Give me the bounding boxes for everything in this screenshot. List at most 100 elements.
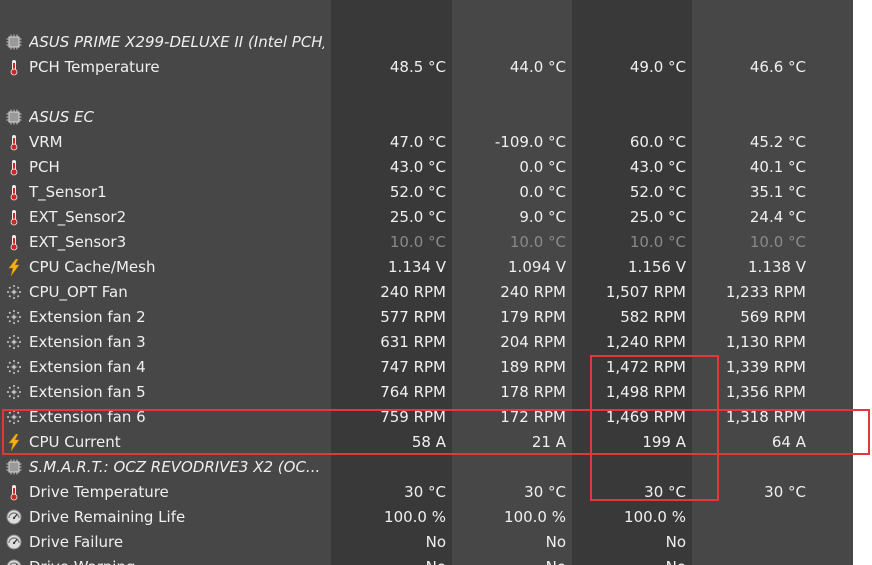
maximum-value: 10.0 °C [629, 233, 686, 251]
minimum-value: 240 RPM [500, 283, 566, 301]
maximum-value: No [665, 533, 686, 551]
current-value: 58 A [411, 433, 446, 451]
maximum-value: 25.0 °C [629, 208, 686, 226]
sensor-row-t-sensor1[interactable]: T_Sensor1 52.0 °C 0.0 °C 52.0 °C 35.1 °C [0, 180, 853, 205]
current-value: No [333, 555, 446, 565]
group-row-asus-prime-x299-deluxe-ii-intel-pch[interactable]: ASUS PRIME X299-DELUXE II (Intel PCH) [0, 30, 853, 55]
maximum-value: 30 °C [644, 483, 686, 501]
sensor-name: Extension fan 6 [29, 408, 146, 426]
chip-icon [6, 34, 22, 50]
current-value: 47.0 °C [389, 133, 446, 151]
minimum-value: 10.0 °C [509, 233, 566, 251]
sensor-row-extension-fan-2[interactable]: Extension fan 2 577 RPM 179 RPM 582 RPM 569 … [0, 305, 853, 330]
sensor-row-extension-fan-5[interactable]: Extension fan 5 764 RPM 178 RPM 1,498 RPM 1,… [0, 380, 853, 405]
current-value: 577 RPM [380, 308, 446, 326]
sensor-row-extension-fan-6[interactable]: Extension fan 6 759 RPM 172 RPM 1,469 RPM 1,… [0, 405, 853, 430]
average-value: 30 °C [764, 483, 806, 501]
average-value [693, 505, 806, 530]
current-value: 48.5 °C [389, 58, 446, 76]
thermometer-icon [10, 185, 18, 201]
sensor-row-extension-fan-4[interactable]: Extension fan 4 747 RPM 189 RPM 1,472 RPM 1,… [0, 355, 853, 380]
maximum-value: 1,472 RPM [605, 358, 686, 376]
sensor-name: EXT_Sensor2 [29, 208, 127, 226]
sensor-row-pch-temperature[interactable]: PCH Temperature 48.5 °C 44.0 °C 49.0 °C 46.6… [0, 55, 853, 80]
sensor-row-drive-temperature[interactable]: Drive Temperature 30 °C 30 °C 30 °C 30 °C [0, 480, 853, 505]
current-value: 747 RPM [380, 358, 446, 376]
sensor-name: Extension fan 5 [29, 383, 146, 401]
maximum-value: 582 RPM [620, 308, 686, 326]
sensor-name: T_Sensor1 [29, 183, 107, 201]
sensor-name: EXT_Sensor3 [29, 233, 127, 251]
maximum-value: 1,469 RPM [605, 408, 686, 426]
minimum-value: 9.0 °C [519, 208, 566, 226]
sensor-name: PCH [29, 158, 60, 176]
minimum-value: 179 RPM [500, 308, 566, 326]
minimum-value: No [453, 555, 566, 565]
sensor-row-drive-remaining-life[interactable]: Drive Remaining Life 100.0 % 100.0 % 100.0 … [0, 505, 853, 530]
sensor-row-ext-sensor3[interactable]: EXT_Sensor3 10.0 °C 10.0 °C 10.0 °C 10.0 °C [0, 230, 853, 255]
sensor-row-cpu-cache-mesh[interactable]: CPU Cache/Mesh 1.134 V 1.094 V 1.156 V 1.138… [0, 255, 853, 280]
sensor-row-drive-warning[interactable]: Drive Warning No No No [0, 555, 853, 565]
sensor-name: Extension fan 3 [29, 333, 146, 351]
average-value: 35.1 °C [749, 183, 806, 201]
current-value: 764 RPM [380, 383, 446, 401]
current-value: 631 RPM [380, 333, 446, 351]
gauge-icon [6, 509, 22, 525]
maximum-value: 60.0 °C [629, 133, 686, 151]
maximum-value: 1,240 RPM [605, 333, 686, 351]
minimum-value: 0.0 °C [519, 183, 566, 201]
lightning-icon [8, 259, 20, 276]
thermometer-icon [10, 60, 18, 76]
fan-icon [7, 410, 21, 424]
sensor-row-extension-fan-3[interactable]: Extension fan 3 631 RPM 204 RPM 1,240 RPM 1,… [0, 330, 853, 355]
thermometer-icon [10, 210, 18, 226]
average-value: 24.4 °C [749, 208, 806, 226]
sensor-name: VRM [29, 133, 63, 151]
sensor-row-cpu-opt-fan[interactable]: CPU_OPT Fan 240 RPM 240 RPM 1,507 RPM 1,233 … [0, 280, 853, 305]
maximum-value: 49.0 °C [629, 58, 686, 76]
group-row-s-m-a-r-t-ocz-revodrive3-x2-oc[interactable]: S.M.A.R.T.: OCZ REVODRIVE3 X2 (OC... [0, 455, 853, 480]
sensor-table: ASUS PRIME X299-DELUXE II (Intel PCH) PCH… [0, 0, 853, 565]
sensor-row-pch[interactable]: PCH 43.0 °C 0.0 °C 43.0 °C 40.1 °C [0, 155, 853, 180]
thermometer-icon [10, 485, 18, 501]
current-value: 25.0 °C [389, 208, 446, 226]
chip-icon [6, 109, 22, 125]
fan-icon [7, 310, 21, 324]
sensor-name: PCH Temperature [29, 58, 160, 76]
average-value: 46.6 °C [749, 58, 806, 76]
fan-icon [7, 335, 21, 349]
minimum-value: 21 A [531, 433, 566, 451]
fan-icon [7, 385, 21, 399]
lightning-icon [8, 434, 20, 451]
average-value: 1,339 RPM [725, 358, 806, 376]
minimum-value: 178 RPM [500, 383, 566, 401]
minimum-value: 204 RPM [500, 333, 566, 351]
sensor-row-ext-sensor2[interactable]: EXT_Sensor2 25.0 °C 9.0 °C 25.0 °C 24.4 °C [0, 205, 853, 230]
average-value: 40.1 °C [749, 158, 806, 176]
sensor-name: Extension fan 2 [29, 308, 146, 326]
thermometer-icon [10, 235, 18, 251]
sensor-name: Drive Warning [29, 555, 329, 565]
spacer-row [0, 5, 853, 30]
sensor-row-vrm[interactable]: VRM 47.0 °C -109.0 °C 60.0 °C 45.2 °C [0, 130, 853, 155]
maximum-value: 199 A [642, 433, 686, 451]
average-value: 1,233 RPM [725, 283, 806, 301]
maximum-value: 52.0 °C [629, 183, 686, 201]
sensor-row-drive-failure[interactable]: Drive Failure No No No [0, 530, 853, 555]
average-value: 1,318 RPM [725, 408, 806, 426]
group-label: S.M.A.R.T.: OCZ REVODRIVE3 X2 (OC... [29, 458, 321, 476]
maximum-value: No [573, 555, 686, 565]
group-label: ASUS EC [29, 108, 95, 126]
thermometer-icon [10, 135, 18, 151]
sensor-name: Drive Remaining Life [29, 508, 186, 526]
group-row-asus-ec[interactable]: ASUS EC [0, 105, 853, 130]
average-value: 10.0 °C [749, 233, 806, 251]
average-value [693, 555, 806, 565]
current-value: 43.0 °C [389, 158, 446, 176]
gauge-icon [6, 534, 22, 550]
sensor-name: CPU Current [29, 433, 121, 451]
minimum-value: No [545, 533, 566, 551]
sensor-row-cpu-current[interactable]: CPU Current 58 A 21 A 199 A 64 A [0, 430, 853, 455]
spacer-row [0, 80, 853, 105]
sensor-name: Extension fan 4 [29, 358, 146, 376]
